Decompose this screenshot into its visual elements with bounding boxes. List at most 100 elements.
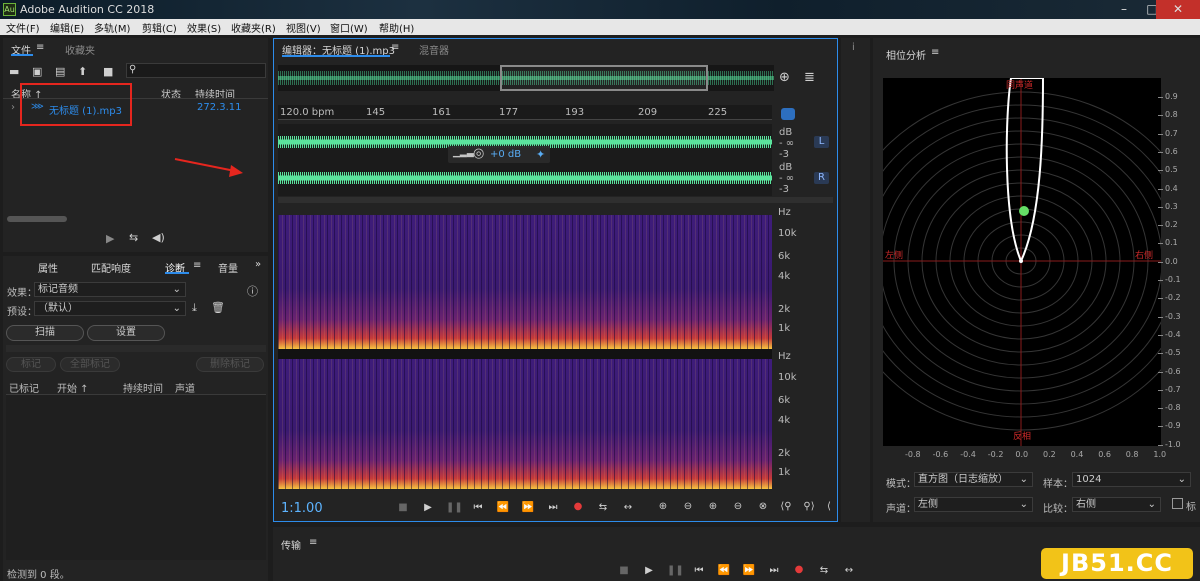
preset-dropdown[interactable]: （默认） ⌄ — [34, 301, 186, 316]
mark-all-button[interactable]: 全部标记 — [60, 357, 120, 372]
record-icon[interactable]: ● — [571, 501, 585, 512]
preview-play-icon[interactable]: ▶ — [106, 232, 114, 245]
panel-menu-icon[interactable]: ≡ — [931, 47, 939, 58]
spectrogram-right[interactable] — [278, 359, 772, 489]
horizontal-scrollbar[interactable] — [7, 216, 67, 222]
more-tabs-icon[interactable]: » — [255, 259, 261, 270]
tab-properties[interactable]: 属性 — [38, 260, 58, 275]
menu-multitrack[interactable]: 多轨(M) — [94, 20, 130, 35]
minimize-button[interactable]: – — [1110, 0, 1138, 19]
timeline-ruler[interactable]: 120.0 bpm 145 161 177 193 209 225 — [278, 105, 772, 120]
column-channel[interactable]: 声道 — [175, 380, 195, 395]
hud-gain[interactable]: ▁▂▃ ◎ +0 dB ✦ — [448, 146, 550, 163]
zoom-selection-icon[interactable]: ⟨⚲ — [779, 501, 793, 512]
mode-dropdown[interactable]: 直方图（日志缩放） ⌄ — [914, 472, 1033, 487]
menu-clip[interactable]: 剪辑(C) — [142, 20, 177, 35]
tab-favorites[interactable]: 收藏夹 — [65, 42, 95, 57]
settings-button[interactable]: 设置 — [87, 325, 165, 341]
clear-marks-button[interactable]: 删除标记 — [196, 357, 264, 372]
fast-forward-icon[interactable]: ⏩ — [742, 565, 756, 576]
stop-icon[interactable]: ■ — [396, 502, 410, 513]
play-icon[interactable]: ▶ — [642, 565, 656, 576]
import-icon[interactable]: ▣ — [32, 65, 42, 78]
zoom-extra-icon[interactable]: ⟨ — [822, 501, 836, 512]
channel-right-button[interactable]: R — [814, 172, 829, 184]
menu-help[interactable]: 帮助(H) — [379, 20, 414, 35]
list-view-icon[interactable]: ≣ — [804, 70, 815, 85]
channel-dropdown[interactable]: 左侧 ⌄ — [914, 497, 1033, 512]
menu-window[interactable]: 窗口(W) — [330, 20, 368, 35]
pause-icon[interactable]: ❚❚ — [667, 565, 684, 576]
zoom-full-icon[interactable]: ⊗ — [756, 501, 770, 512]
tab-match-loudness[interactable]: 匹配响度 — [91, 260, 131, 275]
mode-label: 模式： — [886, 479, 916, 490]
panel-menu-icon[interactable]: ≡ — [309, 537, 317, 548]
tab-volume[interactable]: 音量 — [218, 260, 238, 275]
splitter[interactable] — [6, 345, 266, 352]
column-marked[interactable]: 已标记 — [9, 380, 39, 395]
spectrogram-left[interactable] — [278, 215, 772, 349]
skip-end-icon[interactable]: ⏭ — [546, 502, 560, 513]
skip-start-icon[interactable]: ⏮ — [692, 565, 706, 576]
info-icon[interactable]: ⓘ — [247, 283, 258, 299]
y-tick-mark — [1158, 133, 1163, 135]
zoom-navigator-icon[interactable]: ⊕ — [779, 70, 790, 85]
save-preset-icon[interactable]: ⤓ — [192, 301, 197, 315]
zoom-amplitude-out-icon[interactable]: ⊖ — [681, 501, 695, 512]
insert-icon[interactable]: ⬆ — [78, 65, 87, 78]
pin-icon[interactable]: ✦ — [536, 148, 545, 161]
rewind-icon[interactable]: ⏪ — [496, 502, 510, 513]
tab-mixer[interactable]: 混音器 — [419, 42, 449, 57]
zoom-out-icon[interactable]: ⊖ — [731, 501, 745, 512]
search-input[interactable] — [126, 63, 266, 78]
zoom-amplitude-in-icon[interactable]: ⊕ — [656, 501, 670, 512]
open-folder-icon[interactable]: ▬ — [9, 65, 19, 78]
column-start[interactable]: 开始 ↑ — [57, 380, 89, 395]
loop-icon[interactable]: ⇆ — [596, 502, 610, 513]
info-icon[interactable]: i — [852, 42, 855, 53]
freq-label: 1k — [778, 467, 791, 478]
close-button[interactable]: ✕ — [1156, 0, 1200, 19]
menu-edit[interactable]: 编辑(E) — [50, 20, 84, 35]
column-duration[interactable]: 持续时间 — [123, 380, 163, 395]
new-file-icon[interactable]: ▤ — [55, 65, 65, 78]
effect-dropdown[interactable]: 标记音频 ⌄ — [34, 282, 186, 297]
channel-left-button[interactable]: L — [814, 136, 829, 148]
option-checkbox[interactable] — [1172, 498, 1183, 509]
menu-view[interactable]: 视图(V) — [286, 20, 321, 35]
skip-selection-icon[interactable]: ↔ — [621, 502, 635, 513]
play-icon[interactable]: ▶ — [421, 502, 435, 513]
delete-preset-icon[interactable]: 🗑 — [211, 301, 225, 314]
expand-chevron-icon[interactable]: › — [11, 102, 15, 113]
menu-effects[interactable]: 效果(S) — [187, 20, 221, 35]
compare-dropdown[interactable]: 右侧 ⌄ — [1072, 497, 1161, 512]
samples-dropdown[interactable]: 1024 ⌄ — [1072, 472, 1191, 487]
loop-icon[interactable]: ⇆ — [817, 565, 831, 576]
skip-selection-icon[interactable]: ↔ — [842, 565, 856, 576]
zoom-out-full-icon[interactable]: ⚲⟩ — [802, 501, 816, 512]
gain-value: +0 dB — [490, 149, 522, 160]
stop-icon[interactable]: ■ — [617, 565, 631, 576]
record-icon[interactable]: ● — [792, 564, 806, 575]
skip-start-icon[interactable]: ⏮ — [471, 502, 485, 513]
delete-icon[interactable]: ■ — [103, 65, 113, 78]
preview-volume-icon[interactable]: ◀) — [152, 231, 165, 244]
mark-button[interactable]: 标记 — [6, 357, 56, 372]
tab-menu-icon[interactable]: ≡ — [391, 42, 399, 53]
tab-menu-icon[interactable]: ≡ — [36, 42, 44, 53]
menu-favorites[interactable]: 收藏夹(R) — [231, 20, 276, 35]
menu-file[interactable]: 文件(F) — [6, 20, 40, 35]
view-splitter[interactable] — [278, 197, 833, 203]
fast-forward-icon[interactable]: ⏩ — [521, 502, 535, 513]
skip-end-icon[interactable]: ⏭ — [767, 565, 781, 576]
zoom-in-icon[interactable]: ⊕ — [706, 501, 720, 512]
rewind-icon[interactable]: ⏪ — [717, 565, 731, 576]
snap-icon[interactable] — [781, 108, 795, 120]
preview-loop-icon[interactable]: ⇆ — [129, 231, 138, 244]
current-time[interactable]: 1:1.00 — [281, 501, 323, 516]
scan-button[interactable]: 扫描 — [6, 325, 84, 341]
pause-icon[interactable]: ❚❚ — [446, 502, 463, 513]
gain-knob-icon[interactable]: ◎ — [473, 146, 484, 161]
overview-visible-range[interactable] — [500, 65, 708, 91]
tab-menu-icon[interactable]: ≡ — [193, 260, 201, 271]
